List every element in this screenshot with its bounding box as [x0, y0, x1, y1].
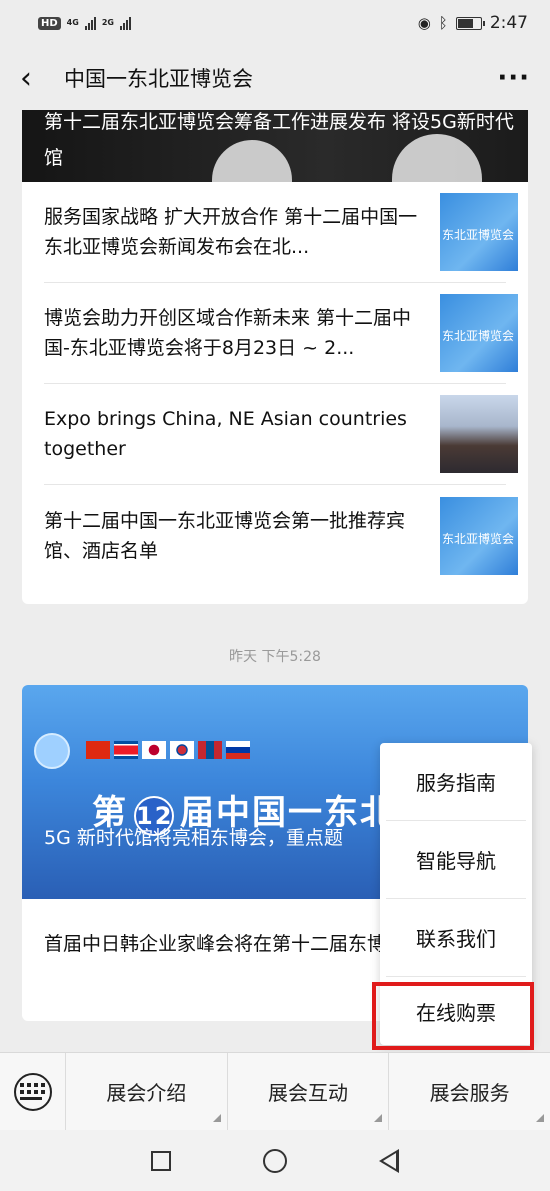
- recent-apps-icon[interactable]: [151, 1150, 171, 1171]
- banner-title: 第十二届东北亚博览会筹备工作进展发布 将设5G新时代馆: [44, 111, 514, 169]
- menu-item-online-tickets[interactable]: 在线购票: [386, 977, 526, 1045]
- article-card[interactable]: 第十二届东北亚博览会筹备工作进展发布 将设5G新时代馆 服务国家战略 扩大开放合…: [22, 110, 528, 604]
- clock: 2:47: [489, 13, 528, 33]
- battery-icon: [455, 16, 485, 30]
- chat-header: ‹ 中国一东北亚博览会 ···: [0, 46, 550, 110]
- official-account-menu-bar: 展会介绍 展会互动 展会服务: [0, 1052, 550, 1130]
- thumbnail-image: 东北亚博览会: [440, 294, 518, 372]
- bluetooth-icon: ᛒ: [438, 14, 448, 32]
- home-icon[interactable]: [263, 1148, 287, 1173]
- menu-tab-expo-interaction[interactable]: 展会互动: [228, 1053, 390, 1130]
- list-item-title: Expo brings China, NE Asian countries to…: [44, 408, 407, 460]
- thumbnail-text: 东北亚博览会: [442, 531, 515, 546]
- status-bar: HD 4G 2G ◉ ᛒ 2:47: [0, 0, 550, 46]
- list-item[interactable]: 博览会助力开创区域合作新未来 第十二届中国-东北亚博览会将于8月23日 ~ 2.…: [44, 283, 518, 384]
- menu-item-smart-navigation[interactable]: 智能导航: [386, 821, 526, 899]
- status-left: HD 4G 2G: [38, 16, 131, 30]
- flag-korea-icon: [170, 741, 194, 759]
- flag-china-icon: [86, 741, 110, 759]
- flag-russia-icon: [226, 741, 250, 759]
- menu-item-service-guide[interactable]: 服务指南: [386, 743, 526, 821]
- menu-tab-expo-service[interactable]: 展会服务: [389, 1053, 550, 1130]
- expo-logo-icon: [34, 733, 70, 769]
- service-popup-menu: 服务指南 智能导航 联系我们 在线购票: [380, 743, 532, 1045]
- message-timestamp: 昨天 下午5:28: [229, 649, 321, 665]
- country-flags: [86, 741, 250, 759]
- flag-japan-icon: [142, 741, 166, 759]
- list-item[interactable]: Expo brings China, NE Asian countries to…: [44, 384, 518, 485]
- list-item-title: 服务国家战略 扩大开放合作 第十二届中国一东北亚博览会新闻发布会在北...: [44, 206, 418, 258]
- back-icon[interactable]: [379, 1148, 399, 1173]
- list-item[interactable]: 服务国家战略 扩大开放合作 第十二届中国一东北亚博览会新闻发布会在北... 东北…: [44, 182, 518, 283]
- network-type-2: 2G: [101, 18, 114, 27]
- flag-north-korea-icon: [114, 741, 138, 759]
- list-item-title: 第十二届中国一东北亚博览会第一批推荐宾馆、酒店名单: [44, 509, 406, 562]
- flag-mongolia-icon: [198, 741, 222, 759]
- thumbnail-text: 东北亚博览会: [442, 228, 515, 242]
- thumbnail-image: 东北亚博览会: [440, 193, 518, 271]
- status-right: ◉ ᛒ 2:47: [418, 13, 528, 33]
- thumbnail-text: 东北亚博览会: [442, 329, 515, 343]
- system-nav-bar: [0, 1130, 550, 1191]
- thumbnail-image: 东北亚博览会: [440, 496, 518, 575]
- keyboard-toggle-button[interactable]: [0, 1053, 66, 1130]
- list-item[interactable]: 第十二届中国一东北亚博览会第一批推荐宾馆、酒店名单 东北亚博览会: [44, 485, 518, 586]
- article-banner[interactable]: 第十二届东北亚博览会筹备工作进展发布 将设5G新时代馆: [22, 110, 528, 182]
- back-arrow-icon[interactable]: ‹: [20, 61, 48, 96]
- more-options-icon[interactable]: ···: [497, 63, 530, 93]
- menu-tab-expo-intro[interactable]: 展会介绍: [66, 1053, 228, 1130]
- banner-title-2: 5G 新时代馆将亮相东博会，重点题: [44, 827, 343, 849]
- menu-item-contact-us[interactable]: 联系我们: [386, 899, 526, 977]
- signal-icon-2: [119, 16, 131, 30]
- hd-badge: HD: [38, 16, 61, 30]
- thumbnail-image: [440, 395, 518, 473]
- eye-icon: ◉: [417, 14, 431, 32]
- list-item-title: 博览会助力开创区域合作新未来 第十二届中国-东北亚博览会将于8月23日 ~ 2.…: [44, 307, 412, 359]
- network-type-1: 4G: [66, 18, 79, 27]
- page-title: 中国一东北亚博览会: [64, 67, 253, 91]
- signal-icon: [84, 16, 96, 30]
- keyboard-icon: [13, 1072, 52, 1111]
